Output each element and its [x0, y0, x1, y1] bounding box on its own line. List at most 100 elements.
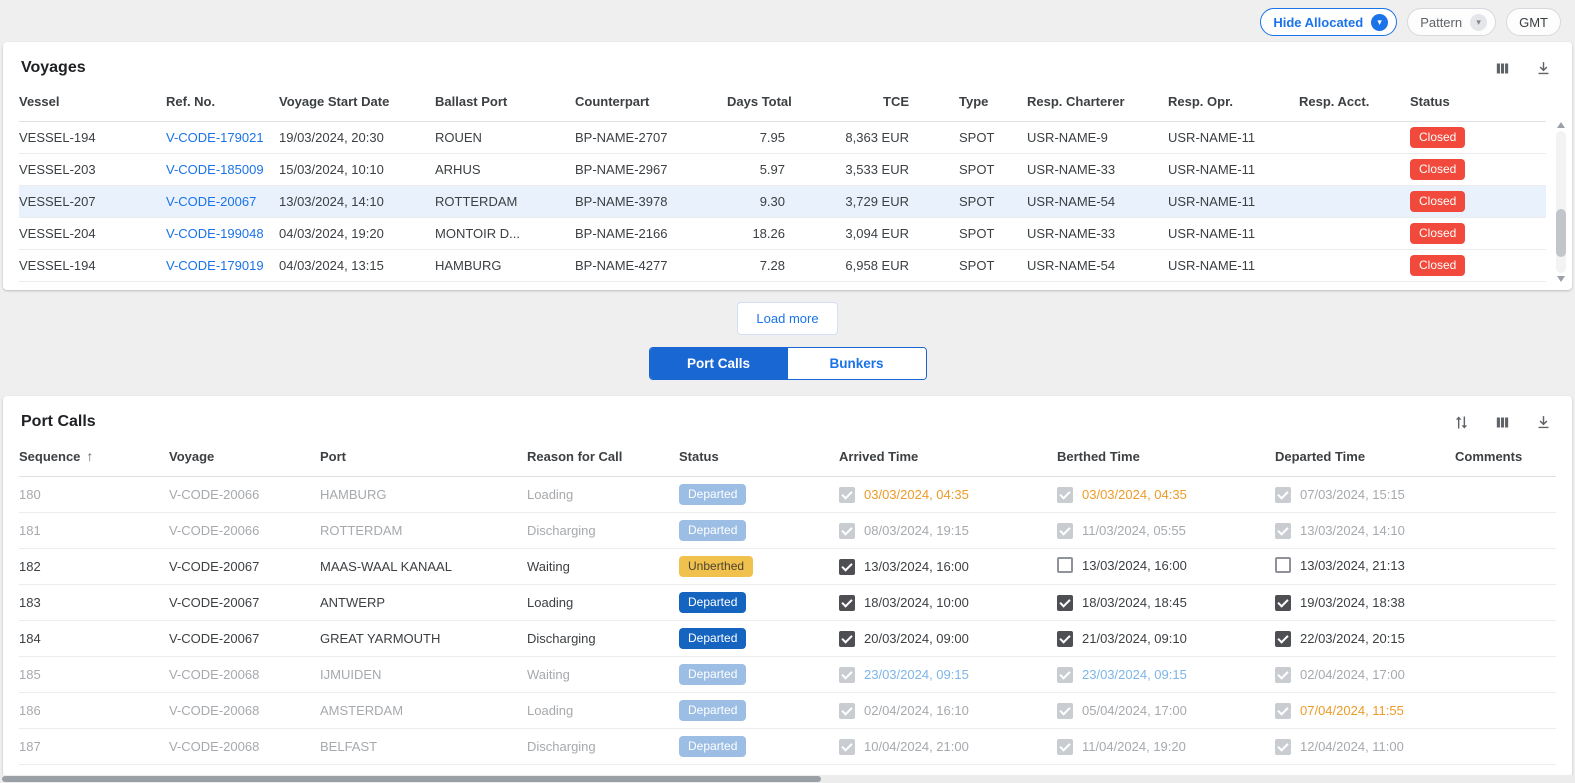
voyages-column-header-vessel[interactable]: Vessel: [19, 86, 166, 122]
berthed-time-checkbox[interactable]: [1057, 631, 1073, 647]
voyages-row[interactable]: VESSEL-194V-CODE-17901904/03/2024, 13:15…: [19, 250, 1546, 282]
voyages-column-header-days-total[interactable]: Days Total: [727, 86, 803, 122]
horizontal-scrollbar[interactable]: [0, 775, 1575, 783]
voyages-column-header-voyage-start-date[interactable]: Voyage Start Date: [279, 86, 435, 122]
berthed-time-checkbox[interactable]: [1057, 739, 1073, 755]
berthed-time-checkbox[interactable]: [1057, 595, 1073, 611]
portcalls-column-header-port[interactable]: Port: [320, 440, 527, 477]
voyages-column-header-resp-opr[interactable]: Resp. Opr.: [1168, 86, 1299, 122]
voyage-cell: V-CODE-20067: [169, 549, 320, 585]
departed-time-checkbox[interactable]: [1275, 703, 1291, 719]
voyages-column-header-resp-charterer[interactable]: Resp. Charterer: [1027, 86, 1168, 122]
portcalls-row[interactable]: 186V-CODE-20068AMSTERDAMLoadingDeparted0…: [19, 693, 1556, 729]
load-more-button[interactable]: Load more: [737, 302, 837, 335]
berthed-time-checkbox[interactable]: [1057, 557, 1073, 573]
horizontal-scrollbar-thumb[interactable]: [2, 776, 821, 782]
resp-charterer-cell: USR-NAME-9: [1027, 122, 1168, 154]
arrived-time-checkbox[interactable]: [839, 739, 855, 755]
arrived-time-checkbox[interactable]: [839, 487, 855, 503]
sort-button[interactable]: [1453, 414, 1470, 431]
portcalls-column-header-comments[interactable]: Comments: [1455, 440, 1556, 477]
voyages-header-icons: [1494, 60, 1552, 77]
status-cell: Unberthed: [679, 549, 839, 585]
arrived-time-checkbox[interactable]: [839, 595, 855, 611]
voyages-row[interactable]: VESSEL-194V-CODE-17902119/03/2024, 20:30…: [19, 122, 1546, 154]
voyage-ref-link[interactable]: V-CODE-179021: [166, 130, 264, 145]
voyages-row[interactable]: VESSEL-207V-CODE-2006713/03/2024, 14:10R…: [19, 186, 1546, 218]
voyages-column-header-counterpart[interactable]: Counterpart: [575, 86, 727, 122]
column-settings-button[interactable]: [1494, 60, 1511, 77]
berthed-time-checkbox[interactable]: [1057, 523, 1073, 539]
voyages-row[interactable]: VESSEL-203V-CODE-18500915/03/2024, 10:10…: [19, 154, 1546, 186]
departed-time-checkbox[interactable]: [1275, 631, 1291, 647]
voyages-scrollbar-track[interactable]: [1556, 131, 1566, 273]
portcalls-column-header-reason-for-call[interactable]: Reason for Call: [527, 440, 679, 477]
voyages-column-header-tce[interactable]: TCE: [803, 86, 927, 122]
resp-opr-cell: USR-NAME-11: [1168, 250, 1299, 282]
arrived-time-checkbox[interactable]: [839, 703, 855, 719]
berthed-time-checkbox[interactable]: [1057, 667, 1073, 683]
column-settings-button[interactable]: [1494, 414, 1511, 431]
portcalls-column-header-voyage[interactable]: Voyage: [169, 440, 320, 477]
arrived-time-checkbox[interactable]: [839, 631, 855, 647]
arrived-time-checkbox[interactable]: [839, 523, 855, 539]
departed-time-checkbox[interactable]: [1275, 667, 1291, 683]
scroll-down-icon[interactable]: [1557, 276, 1565, 282]
arrived-time-cell: 13/03/2024, 16:00: [839, 549, 1057, 585]
arrived-time-cell: 20/03/2024, 09:00: [839, 621, 1057, 657]
status-badge: Departed: [679, 664, 746, 685]
departed-time-checkbox[interactable]: [1275, 595, 1291, 611]
portcalls-row[interactable]: 183V-CODE-20067ANTWERPLoadingDeparted18/…: [19, 585, 1556, 621]
berthed-time-checkbox[interactable]: [1057, 703, 1073, 719]
portcalls-row[interactable]: 184V-CODE-20067GREAT YARMOUTHDischarging…: [19, 621, 1556, 657]
scroll-up-icon[interactable]: [1557, 122, 1565, 128]
voyages-scrollbar[interactable]: [1555, 122, 1567, 282]
voyages-row[interactable]: VESSEL-204V-CODE-19904804/03/2024, 19:20…: [19, 218, 1546, 250]
voyages-column-header-type[interactable]: Type: [927, 86, 1027, 122]
voyages-column-header-ballast-port[interactable]: Ballast Port: [435, 86, 575, 122]
portcalls-row[interactable]: 185V-CODE-20068IJMUIDENWaitingDeparted23…: [19, 657, 1556, 693]
download-button[interactable]: [1535, 60, 1552, 77]
status-badge: Closed: [1410, 223, 1465, 244]
voyages-column-header-status[interactable]: Status: [1410, 86, 1546, 122]
voyages-column-header-ref-no[interactable]: Ref. No.: [166, 86, 279, 122]
voyage-ref-link[interactable]: V-CODE-20067: [166, 194, 256, 209]
berthed-time-value: 23/03/2024, 09:15: [1082, 667, 1187, 682]
voyage-start-date-cell: 15/03/2024, 10:10: [279, 154, 435, 186]
portcalls-column-header-status[interactable]: Status: [679, 440, 839, 477]
portcalls-column-header-berthed-time[interactable]: Berthed Time: [1057, 440, 1275, 477]
departed-time-checkbox[interactable]: [1275, 557, 1291, 573]
departed-time-checkbox[interactable]: [1275, 739, 1291, 755]
hide-allocated-button[interactable]: Hide Allocated ▾: [1260, 8, 1397, 36]
voyages-scrollbar-thumb[interactable]: [1556, 209, 1566, 257]
voyage-ref-link[interactable]: V-CODE-185009: [166, 162, 264, 177]
tab-port-calls[interactable]: Port Calls: [650, 348, 788, 379]
gmt-button[interactable]: GMT: [1506, 8, 1561, 36]
voyages-column-header-resp-acct[interactable]: Resp. Acct.: [1299, 86, 1410, 122]
tab-toggle: Port CallsBunkers: [649, 347, 927, 380]
download-button[interactable]: [1535, 414, 1552, 431]
departed-time-checkbox[interactable]: [1275, 523, 1291, 539]
berthed-time-checkbox[interactable]: [1057, 487, 1073, 503]
status-badge: Closed: [1410, 127, 1465, 148]
portcalls-column-header-sequence[interactable]: Sequence↑: [19, 440, 169, 477]
portcalls-column-header-departed-time[interactable]: Departed Time: [1275, 440, 1455, 477]
berthed-time-value: 18/03/2024, 18:45: [1082, 595, 1187, 610]
voyage-ref-link[interactable]: V-CODE-199048: [166, 226, 264, 241]
portcalls-row[interactable]: 181V-CODE-20066ROTTERDAMDischargingDepar…: [19, 513, 1556, 549]
portcalls-row[interactable]: 180V-CODE-20066HAMBURGLoadingDeparted03/…: [19, 477, 1556, 513]
arrived-time-value: 20/03/2024, 09:00: [864, 631, 969, 646]
arrived-time-checkbox[interactable]: [839, 667, 855, 683]
departed-time-checkbox[interactable]: [1275, 487, 1291, 503]
portcalls-row[interactable]: 187V-CODE-20068BELFASTDischargingDeparte…: [19, 729, 1556, 765]
portcalls-row[interactable]: 182V-CODE-20067MAAS-WAAL KANAALWaitingUn…: [19, 549, 1556, 585]
arrived-time-checkbox[interactable]: [839, 559, 855, 575]
tab-bunkers[interactable]: Bunkers: [788, 348, 926, 379]
pattern-button[interactable]: Pattern ▾: [1407, 8, 1496, 36]
arrived-time-group: 23/03/2024, 09:15: [839, 667, 969, 683]
status-badge: Closed: [1410, 255, 1465, 276]
status-cell: Closed: [1410, 186, 1546, 218]
portcalls-column-header-arrived-time[interactable]: Arrived Time: [839, 440, 1057, 477]
chevron-down-icon: ▾: [1470, 14, 1487, 31]
voyage-ref-link[interactable]: V-CODE-179019: [166, 258, 264, 273]
